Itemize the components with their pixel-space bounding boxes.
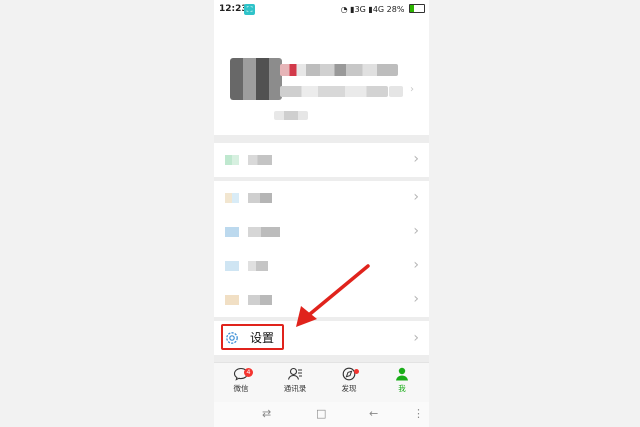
annotation-arrow	[296, 264, 370, 327]
